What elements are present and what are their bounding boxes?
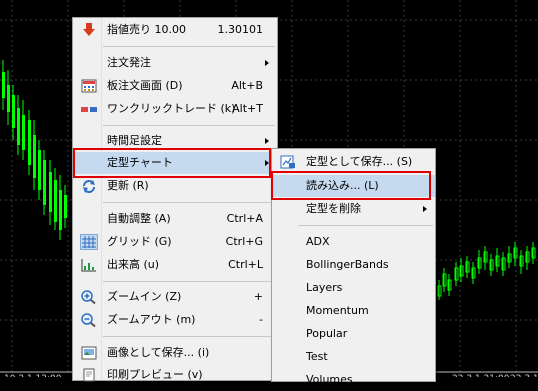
candle-body <box>12 95 15 128</box>
menu-item-one-click-trade[interactable]: ワンクリックトレード (k) Alt+T <box>73 98 277 120</box>
submenu-arrow-icon <box>423 206 427 212</box>
menu-item-auto-scale[interactable]: 自動調整 (A) Ctrl+A <box>73 208 277 230</box>
callout-template-chart <box>73 148 271 178</box>
submenu-item-template[interactable]: ADX <box>272 231 435 253</box>
menu-item-print-preview[interactable]: 印刷プレビュー (v) <box>73 364 277 386</box>
submenu-item-template[interactable]: Test <box>272 346 435 368</box>
menu-item-refresh[interactable]: 更新 (R) <box>73 175 277 197</box>
refresh-icon <box>83 180 95 193</box>
submenu-item-template[interactable]: Popular <box>272 323 435 345</box>
menu-separator <box>298 225 433 226</box>
menu-separator <box>103 281 275 282</box>
save-image-icon <box>81 346 97 360</box>
candle-body <box>17 108 20 145</box>
candle-body <box>28 120 31 165</box>
menu-item-order-board[interactable]: 板注文画面 (D) Alt+B <box>73 75 277 97</box>
candle-body <box>54 180 57 222</box>
candle-body <box>22 115 25 150</box>
menu-separator <box>103 125 275 126</box>
save-template-icon <box>280 155 295 169</box>
submenu-item-save-template[interactable]: 定型として保存... (S) <box>272 151 435 173</box>
callout-load-template <box>271 171 431 200</box>
zoom-in-icon <box>81 290 96 304</box>
menu-item-zoom-out[interactable]: ズームアウト (m) - <box>73 309 277 331</box>
submenu-item-template[interactable]: Momentum <box>272 300 435 322</box>
candle-body <box>7 85 10 112</box>
menu-separator <box>103 336 275 337</box>
submenu-arrow-icon <box>265 60 269 66</box>
menu-separator <box>103 202 275 203</box>
candle-body <box>49 172 52 212</box>
submenu-item-template[interactable]: Layers <box>272 277 435 299</box>
candle-body <box>38 150 41 190</box>
submenu-arrow-icon <box>265 138 269 144</box>
menu-item-save-as-image[interactable]: 画像として保存... (i) <box>73 342 277 364</box>
candle-body <box>2 72 5 98</box>
one-click-trade-icon <box>81 107 97 112</box>
menu-item-volume[interactable]: 出来高 (u) Ctrl+L <box>73 254 277 276</box>
menu-item-zoom-in[interactable]: ズームイン (Z) + <box>73 286 277 308</box>
candle-body <box>43 160 46 205</box>
submenu-item-delete-template[interactable]: 定型を削除 <box>272 198 435 220</box>
candle-body <box>59 190 62 230</box>
chart-context-menu: 指値売り 10.00 1.30101 注文発注 板注文画面 (D) Alt+B … <box>72 17 278 382</box>
menu-item-place-order[interactable]: 注文発注 <box>73 52 277 74</box>
menu-separator <box>103 46 275 47</box>
volume-icon <box>81 259 96 272</box>
grid-icon <box>80 234 98 250</box>
zoom-out-icon <box>81 313 96 327</box>
order-board-icon <box>81 79 97 93</box>
candle-body <box>33 135 36 178</box>
print-preview-icon <box>83 368 95 382</box>
menu-item-grid[interactable]: グリッド (G) Ctrl+G <box>73 231 277 253</box>
submenu-item-template[interactable]: BollingerBands <box>272 254 435 276</box>
red-down-arrow-icon <box>83 23 95 36</box>
menu-item-limit-sell[interactable]: 指値売り 10.00 1.30101 <box>73 19 277 41</box>
candle-body <box>64 195 67 218</box>
submenu-item-template[interactable]: Volumes <box>272 369 435 391</box>
